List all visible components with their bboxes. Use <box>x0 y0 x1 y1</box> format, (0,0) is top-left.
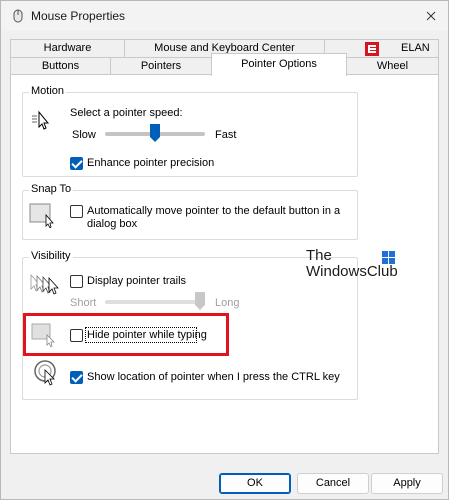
pointer-speed-icon <box>32 110 50 130</box>
pointer-speed-thumb[interactable] <box>150 124 160 142</box>
elan-logo-icon <box>365 42 379 56</box>
pointer-trails-checkbox[interactable] <box>70 275 83 288</box>
tab-label: Buttons <box>41 60 80 72</box>
snap-to-icon <box>29 203 54 228</box>
watermark-line2: WindowsClub <box>306 263 398 280</box>
tab-label: Pointers <box>140 60 182 72</box>
window-title: Mouse Properties <box>31 9 126 23</box>
show-location-checkbox[interactable] <box>70 371 83 384</box>
pointer-speed-label: Select a pointer speed: <box>70 107 183 119</box>
pointer-location-icon <box>34 360 56 386</box>
trail-length-slider[interactable] <box>105 300 205 304</box>
ok-button[interactable]: OK <box>219 473 291 494</box>
apply-button[interactable]: Apply <box>371 473 443 494</box>
snap-to-label-line1[interactable]: Automatically move pointer to the defaul… <box>87 205 340 217</box>
tab-label: Hardware <box>43 42 92 54</box>
cancel-button[interactable]: Cancel <box>297 473 369 494</box>
speed-fast-label: Fast <box>215 129 237 141</box>
highlight-box <box>23 313 229 356</box>
mouse-app-icon <box>13 9 23 23</box>
pointer-trails-label[interactable]: Display pointer trails <box>87 275 186 287</box>
enhance-precision-checkbox[interactable] <box>70 157 83 170</box>
tab-pointer-options[interactable]: Pointer Options <box>211 53 347 76</box>
watermark-line1: The <box>306 247 332 264</box>
tab-label: ELAN <box>401 42 430 54</box>
enhance-precision-label[interactable]: Enhance pointer precision <box>87 157 214 169</box>
speed-slow-label: Slow <box>72 129 96 141</box>
close-icon <box>426 11 436 21</box>
title-bar: Mouse Properties <box>1 1 448 31</box>
close-button[interactable] <box>420 5 442 27</box>
tab-label: Pointer Options <box>241 58 317 70</box>
pointer-trails-icon <box>30 273 59 295</box>
snap-to-label-line2[interactable]: dialog box <box>87 218 137 230</box>
trail-short-label: Short <box>70 297 97 309</box>
trail-long-label: Long <box>215 297 240 309</box>
snap-to-checkbox[interactable] <box>70 205 83 218</box>
mouse-properties-window: Mouse Properties Hardware Mouse and Keyb… <box>0 0 449 500</box>
trail-length-thumb[interactable] <box>195 292 205 310</box>
motion-group-title: Motion <box>29 85 67 97</box>
tab-label: Wheel <box>376 60 409 72</box>
show-location-label[interactable]: Show location of pointer when I press th… <box>87 371 340 383</box>
tab-hardware[interactable]: Hardware <box>10 39 125 58</box>
snap-to-group-title: Snap To <box>29 183 74 195</box>
visibility-group-title: Visibility <box>29 250 73 262</box>
